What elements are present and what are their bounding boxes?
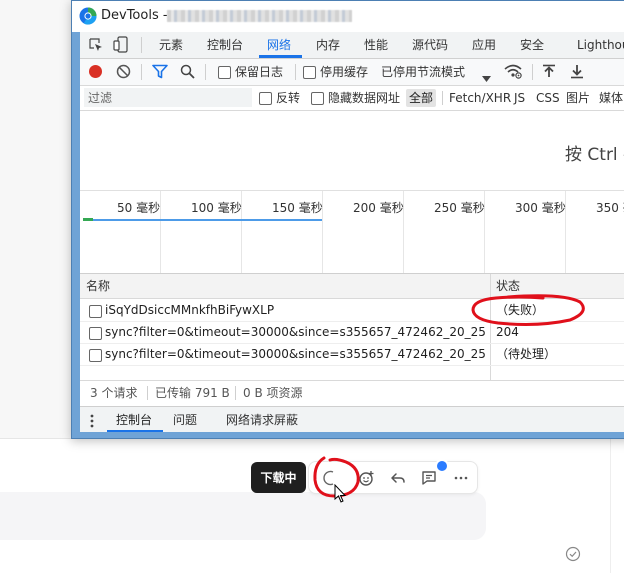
invert-label: 反转: [276, 91, 301, 105]
drawer-tab-request-blocking[interactable]: 网络请求屏蔽: [226, 407, 298, 432]
summary-bar: 3 个请求 已传输 791 B 0 B 项资源: [80, 380, 624, 405]
filter-type-css[interactable]: CSS: [536, 86, 560, 110]
hide-data-urls-checkbox[interactable]: [311, 92, 324, 105]
invert-checkbox[interactable]: [259, 92, 272, 105]
recording-hint: 按 Ctrl -: [565, 145, 624, 165]
request-name[interactable]: sync?filter=0&timeout=30000&since=s35565…: [105, 322, 485, 343]
tab-application[interactable]: 应用: [472, 32, 496, 58]
separator: [141, 37, 142, 53]
read-check-icon: [565, 546, 581, 562]
timeline-request-bar: [86, 219, 322, 221]
request-name[interactable]: sync?filter=0&timeout=30000&since=s35565…: [105, 344, 485, 365]
timeline-label: 100 毫秒: [191, 201, 242, 215]
row-checkbox[interactable]: [89, 349, 102, 362]
tab-console[interactable]: 控制台: [207, 32, 243, 58]
devtools-window: DevTools - 元素 控制台 网络 内存 性能 源代码 应用 安全 Lig…: [71, 0, 624, 439]
filter-type-js[interactable]: JS: [514, 86, 525, 110]
filter-type-fetch-xhr[interactable]: Fetch/XHR: [449, 86, 511, 110]
separator: [141, 64, 142, 80]
notification-dot: [435, 459, 449, 473]
tab-performance[interactable]: 性能: [364, 32, 388, 58]
import-har-icon[interactable]: [542, 64, 556, 83]
timeline-label: 250 毫秒: [434, 201, 485, 215]
network-conditions-icon[interactable]: [504, 63, 522, 83]
devtools-body: 元素 控制台 网络 内存 性能 源代码 应用 安全 Lighthou: [80, 32, 624, 432]
separator: [442, 91, 443, 105]
clear-icon[interactable]: [116, 64, 131, 83]
preserve-log-checkbox[interactable]: [218, 66, 231, 79]
table-row[interactable]: iSqYdDsiccMMnkfhBiFywXLP （失败）: [80, 300, 624, 322]
timeline-label: 300 毫秒: [515, 201, 566, 215]
filter-type-img[interactable]: 图片: [566, 86, 590, 110]
timeline-label: 200 毫秒: [353, 201, 404, 215]
request-name[interactable]: iSqYdDsiccMMnkfhBiFywXLP: [105, 300, 485, 321]
timeline-label: 50 毫秒: [117, 201, 161, 215]
add-reaction-icon[interactable]: [355, 462, 379, 493]
device-toolbar-icon[interactable]: [113, 36, 129, 57]
table-row[interactable]: sync?filter=0&timeout=30000&since=s35565…: [80, 344, 624, 366]
separator: [205, 64, 206, 80]
timeline-request-bar: [83, 218, 93, 221]
network-toolbar: 保留日志 停用缓存 已停用节流模式: [80, 59, 624, 86]
row-checkbox[interactable]: [89, 305, 102, 318]
chevron-down-icon[interactable]: [482, 68, 491, 87]
disable-cache-label: 停用缓存: [320, 65, 369, 79]
request-grid-header: 名称 状态: [80, 274, 624, 299]
filter-type-media[interactable]: 媒体: [599, 86, 623, 110]
message-bubble: [0, 492, 486, 540]
redacted-url: [167, 10, 352, 22]
devtools-logo-icon: [79, 7, 97, 25]
devtools-tabbar: 元素 控制台 网络 内存 性能 源代码 应用 安全 Lighthou: [80, 32, 624, 59]
active-tab-indicator: [259, 55, 302, 58]
inspect-element-icon[interactable]: [88, 37, 104, 57]
tab-lighthouse[interactable]: Lighthou: [577, 32, 624, 58]
table-row[interactable]: sync?filter=0&timeout=30000&since=s35565…: [80, 322, 624, 344]
devtools-titlebar[interactable]: DevTools -: [72, 1, 624, 32]
more-options-icon[interactable]: [449, 462, 473, 493]
separator: [235, 386, 236, 400]
page-scroll-edge: [610, 438, 611, 573]
row-checkbox[interactable]: [89, 327, 102, 340]
reply-icon[interactable]: [386, 462, 410, 493]
timeline-label: 150 毫秒: [272, 201, 323, 215]
filter-input[interactable]: [84, 88, 252, 107]
column-status-header[interactable]: 状态: [496, 274, 520, 298]
timeline-overview[interactable]: 50 毫秒 100 毫秒 150 毫秒 200 毫秒 250 毫秒 300 毫秒…: [80, 190, 624, 274]
filter-icon[interactable]: [152, 64, 168, 83]
throttle-select[interactable]: 已停用节流模式: [381, 59, 465, 85]
preserve-log-label: 保留日志: [235, 65, 284, 79]
filter-bar: 反转 隐藏数据网址 全部 Fetch/XHR JS CSS 图片 媒体: [80, 86, 624, 111]
search-icon[interactable]: [180, 64, 195, 83]
separator: [532, 64, 533, 80]
separator: [295, 64, 296, 80]
download-tooltip: 下载中: [251, 462, 306, 493]
request-status: （失败）: [496, 303, 545, 317]
request-status: 204: [496, 325, 519, 339]
disable-cache-checkbox[interactable]: [303, 66, 316, 79]
request-count: 3 个请求: [90, 386, 138, 400]
separator: [147, 386, 148, 400]
timeline-label: 350 毫: [596, 201, 624, 215]
column-name-header[interactable]: 名称: [86, 274, 110, 298]
request-status: （待处理）: [496, 347, 557, 361]
drawer-tabbar: 控制台 问题 网络请求屏蔽: [80, 406, 624, 432]
record-icon[interactable]: [89, 65, 102, 78]
drawer-menu-icon[interactable]: [90, 413, 94, 432]
devtools-title: DevTools -: [101, 8, 168, 23]
tab-security[interactable]: 安全: [520, 32, 544, 58]
tab-memory[interactable]: 内存: [316, 32, 340, 58]
export-har-icon[interactable]: [570, 64, 584, 83]
mouse-cursor-icon: [334, 484, 347, 503]
transferred-size: 已传输 791 B: [155, 386, 230, 400]
timeline-gridline: [160, 191, 161, 273]
tab-elements[interactable]: 元素: [159, 32, 183, 58]
resources-size: 0 B 项资源: [243, 386, 303, 400]
filter-type-all[interactable]: 全部: [406, 89, 437, 107]
drawer-tab-issues[interactable]: 问题: [173, 407, 197, 432]
drawer-active-indicator: [107, 430, 163, 432]
tab-sources[interactable]: 源代码: [412, 32, 448, 58]
drawer-tab-console[interactable]: 控制台: [116, 407, 152, 432]
hide-data-urls-label: 隐藏数据网址: [328, 91, 401, 105]
